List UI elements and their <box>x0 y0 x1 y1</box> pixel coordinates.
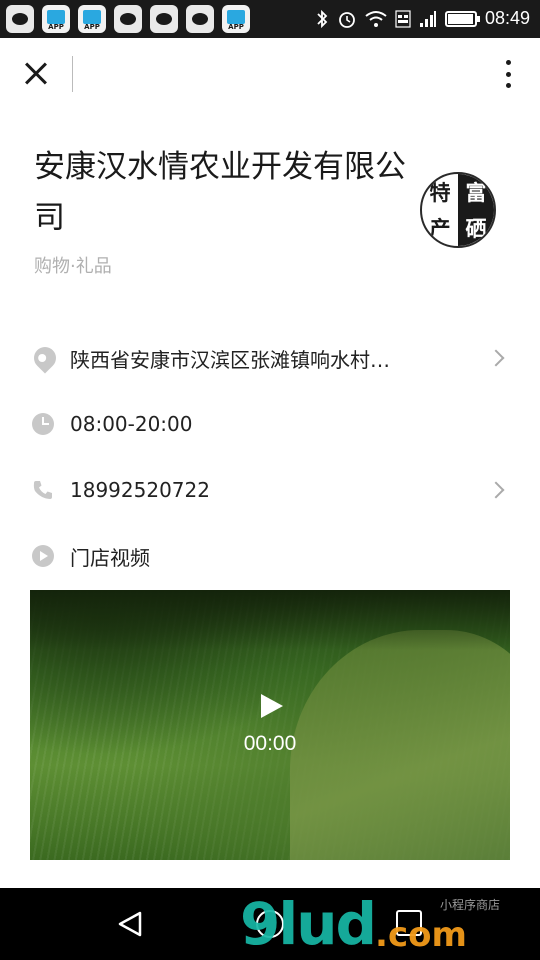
back-icon[interactable] <box>116 910 144 938</box>
video-section-label: 门店视频 <box>70 545 150 570</box>
logo-char: 硒 <box>458 210 494 246</box>
status-bar: APP APP APP 08:49 <box>0 0 540 38</box>
store-name: 安康汉水情农业开发有限公司 <box>34 149 406 236</box>
logo-char: 产 <box>429 216 451 241</box>
location-pin-icon <box>29 342 61 374</box>
video-row: 门店视频 <box>0 531 540 581</box>
address-row[interactable]: 陕西省安康市汉滨区张滩镇响水村… <box>0 333 540 383</box>
watermark-sub: 小程序商店 <box>440 898 501 912</box>
divider <box>72 56 73 92</box>
watermark-main: 9lud <box>240 890 377 958</box>
status-time: 08:49 <box>484 8 530 28</box>
play-icon[interactable] <box>259 694 283 718</box>
more-vertical-icon[interactable] <box>498 56 518 92</box>
logo-char: 富 <box>458 174 494 210</box>
notification-icons: APP APP APP <box>6 5 250 33</box>
system-icons: 08:49 <box>315 8 530 29</box>
store-logo: 特 富 产 硒 <box>420 172 496 248</box>
phone-text: 18992520722 <box>70 478 210 502</box>
top-bar <box>0 38 540 110</box>
app-store-icon: APP <box>78 5 106 33</box>
chat-icon <box>186 5 214 33</box>
app-store-label: APP <box>48 23 64 31</box>
alarm-icon <box>339 11 355 28</box>
app-store-label: APP <box>228 23 244 31</box>
video-time: 00:00 <box>243 732 297 755</box>
store-category: 购物·礼品 <box>34 256 112 277</box>
chat-icon <box>6 5 34 33</box>
app-store-icon: APP <box>42 5 70 33</box>
hours-row: 08:00-20:00 <box>0 399 540 449</box>
phone-icon <box>33 481 52 499</box>
signal-4g-icon <box>395 9 411 28</box>
close-icon[interactable] <box>18 56 54 92</box>
bluetooth-icon <box>317 9 328 28</box>
video-play-icon <box>32 545 54 567</box>
clock-icon <box>32 413 54 435</box>
battery-icon <box>444 10 480 27</box>
logo-char: 特 <box>429 180 451 205</box>
chat-icon <box>150 5 178 33</box>
chevron-right-icon <box>487 349 505 367</box>
watermark-suffix: .com <box>375 915 467 955</box>
app-store-label: APP <box>84 23 100 31</box>
wifi-icon <box>365 10 387 27</box>
phone-row[interactable]: 18992520722 <box>0 465 540 515</box>
app-store-icon: APP <box>222 5 250 33</box>
store-video[interactable]: 00:00 <box>30 590 510 860</box>
address-text: 陕西省安康市汉滨区张滩镇响水村… <box>70 347 390 372</box>
video-frame-shade <box>30 590 510 650</box>
hours-text: 08:00-20:00 <box>70 412 193 436</box>
chat-icon <box>114 5 142 33</box>
chevron-right-icon <box>487 481 505 499</box>
watermark: 9lud .com 小程序商店 <box>240 888 500 960</box>
signal-icon <box>419 10 436 27</box>
